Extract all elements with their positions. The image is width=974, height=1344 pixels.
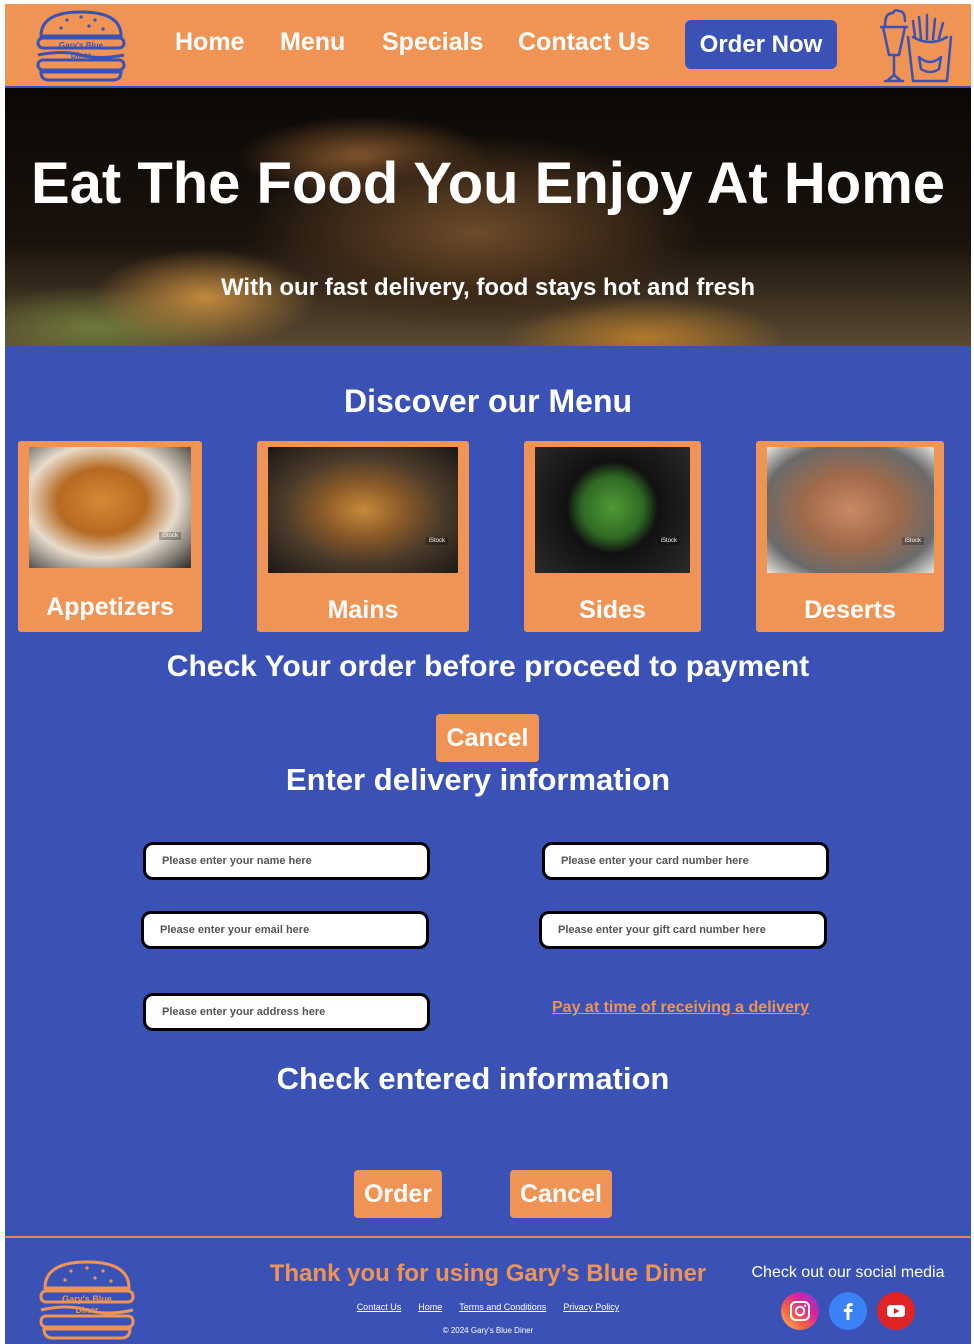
menu-title: Discover our Menu <box>343 383 633 419</box>
card-number-input[interactable] <box>542 842 829 880</box>
card-label-mains: Mains <box>327 596 399 624</box>
menu-card-appetizers[interactable]: iStock Appetizers <box>18 441 202 632</box>
youtube-icon[interactable] <box>877 1292 915 1330</box>
email-input[interactable] <box>141 911 429 949</box>
card-label-sides: Sides <box>579 596 646 624</box>
hero-banner: Eat The Food You Enjoy At Home With our … <box>5 88 971 346</box>
burger-logo-icon[interactable]: Gary's Blue Diner <box>33 8 129 82</box>
hero-title: Eat The Food You Enjoy At Home <box>30 151 946 216</box>
menu-card-deserts[interactable]: iStock Deserts <box>756 441 944 632</box>
check-info-title: Check entered information <box>276 1061 670 1096</box>
pay-on-delivery-link[interactable]: Pay at time of receiving a delivery <box>552 999 809 1017</box>
site-footer: Gary's Blue Diner Thank you for using Ga… <box>5 1236 971 1344</box>
facebook-icon[interactable] <box>829 1292 867 1330</box>
menu-card-mains[interactable]: iStock Mains <box>257 441 469 632</box>
footer-link-terms[interactable]: Terms and Conditions <box>459 1302 546 1312</box>
nav-menu[interactable]: Menu <box>280 28 345 57</box>
card-label-appetizers: Appetizers <box>46 593 174 621</box>
social-heading: Check out our social media <box>751 1264 945 1281</box>
sides-image: iStock <box>535 447 690 573</box>
page: Gary's Blue Diner Home Menu Specials Con… <box>5 4 971 1344</box>
site-header: Gary's Blue Diner Home Menu Specials Con… <box>5 4 971 89</box>
image-watermark: iStock <box>657 537 680 545</box>
hero-subtitle: With our fast delivery, food stays hot a… <box>220 274 756 301</box>
nav-contact-us[interactable]: Contact Us <box>518 28 650 57</box>
order-now-button[interactable]: Order Now <box>685 20 837 69</box>
footer-link-home[interactable]: Home <box>418 1302 442 1312</box>
image-watermark: iStock <box>425 537 448 545</box>
cancel-button[interactable]: Cancel <box>510 1170 612 1218</box>
check-order-title: Check Your order before proceed to payme… <box>166 650 810 683</box>
gift-card-input[interactable] <box>539 911 827 949</box>
appetizers-image: iStock <box>29 447 191 568</box>
delivery-title: Enter delivery information <box>285 762 671 797</box>
svg-text:Diner: Diner <box>71 51 91 60</box>
footer-link-contact-us[interactable]: Contact Us <box>357 1302 402 1312</box>
image-watermark: iStock <box>901 537 924 545</box>
milkshake-fries-icon <box>879 9 953 83</box>
cancel-order-button[interactable]: Cancel <box>436 714 539 762</box>
footer-link-privacy[interactable]: Privacy Policy <box>563 1302 619 1312</box>
order-button[interactable]: Order <box>354 1170 442 1218</box>
deserts-image: iStock <box>767 447 934 573</box>
footer-thanks: Thank you for using Gary’s Blue Diner <box>269 1260 707 1287</box>
svg-text:Diner: Diner <box>75 1305 99 1315</box>
menu-card-sides[interactable]: iStock Sides <box>524 441 701 632</box>
name-input[interactable] <box>143 842 430 880</box>
mains-image: iStock <box>268 447 458 573</box>
copyright: © 2024 Gary's Blue Diner <box>442 1326 534 1335</box>
footer-links: Contact Us Home Terms and Conditions Pri… <box>305 1302 671 1312</box>
image-watermark: iStock <box>158 532 181 540</box>
nav-specials[interactable]: Specials <box>382 28 483 57</box>
nav-home[interactable]: Home <box>175 28 244 57</box>
address-input[interactable] <box>143 993 430 1031</box>
instagram-icon[interactable] <box>781 1292 819 1330</box>
card-label-deserts: Deserts <box>804 596 896 624</box>
svg-text:Gary's Blue: Gary's Blue <box>59 41 104 50</box>
svg-text:Gary's Blue: Gary's Blue <box>62 1294 112 1304</box>
burger-logo-icon[interactable]: Gary's Blue Diner <box>35 1258 139 1340</box>
